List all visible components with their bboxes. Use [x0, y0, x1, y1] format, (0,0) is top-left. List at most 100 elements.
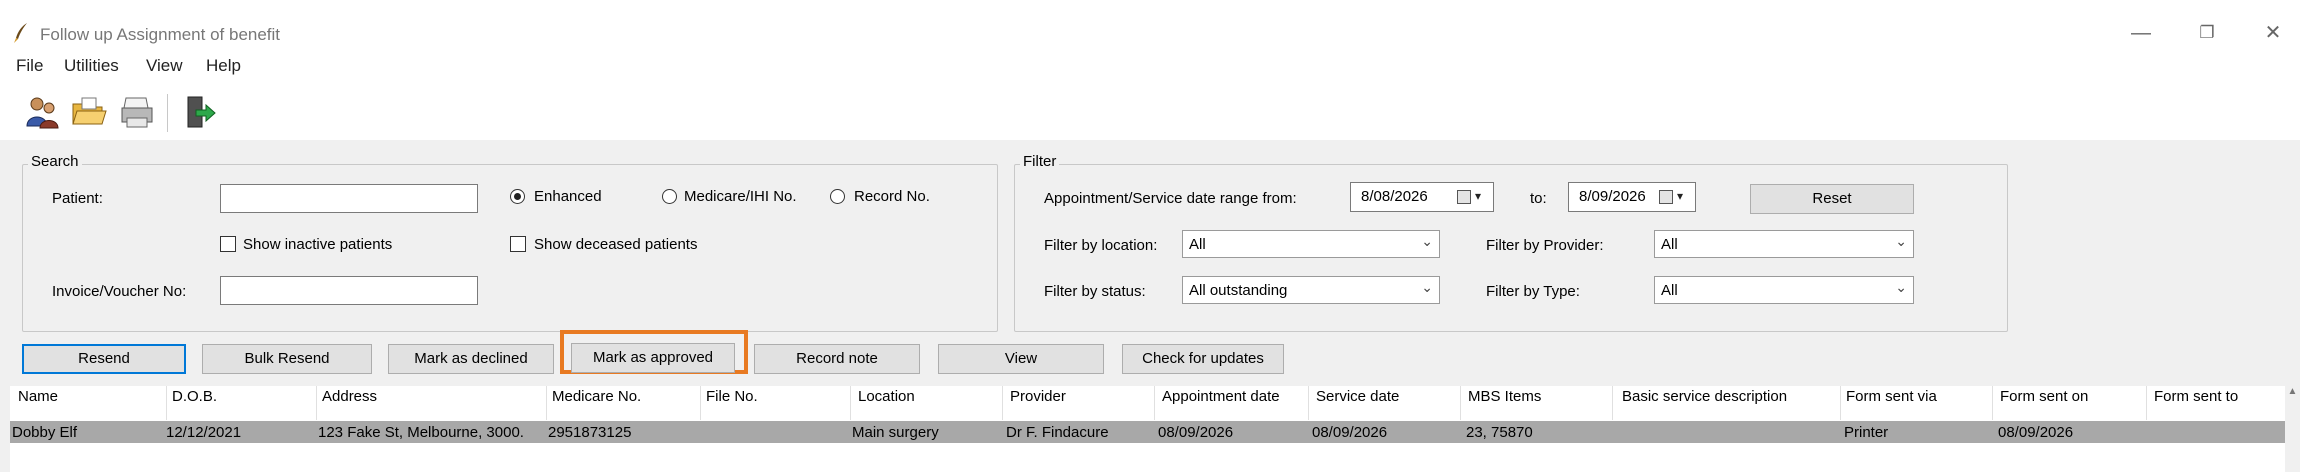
- column-divider: [316, 386, 317, 420]
- status-label: Filter by status:: [1044, 283, 1146, 300]
- status-value: All outstanding: [1189, 282, 1288, 299]
- chevron-down-icon[interactable]: ▾: [1475, 189, 1481, 203]
- col-header-file-no[interactable]: File No.: [706, 388, 758, 405]
- provider-label: Filter by Provider:: [1486, 237, 1604, 254]
- radio-medicare[interactable]: [662, 189, 677, 204]
- col-header-appointment-date[interactable]: Appointment date: [1162, 388, 1280, 405]
- cell-medicare: 2951873125: [548, 424, 632, 441]
- column-divider: [1840, 386, 1841, 420]
- col-header-provider[interactable]: Provider: [1010, 388, 1066, 405]
- cell-address: 123 Fake St, Melbourne, 3000.: [318, 424, 524, 441]
- location-select[interactable]: All ⌄: [1182, 230, 1440, 258]
- chevron-down-icon: ⌄: [1895, 233, 1907, 249]
- column-divider: [166, 386, 167, 420]
- col-header-form-sent-to[interactable]: Form sent to: [2154, 388, 2238, 405]
- restore-button[interactable]: ❐: [2192, 20, 2222, 46]
- menu-bar: File Utilities View Help: [0, 56, 2300, 80]
- menu-view[interactable]: View: [146, 56, 183, 76]
- date-from-value: 8/08/2026: [1361, 188, 1428, 205]
- col-header-basic-service-description[interactable]: Basic service description: [1622, 388, 1787, 405]
- show-inactive-label: Show inactive patients: [243, 236, 393, 253]
- menu-file[interactable]: File: [16, 56, 43, 76]
- show-deceased-checkbox[interactable]: [510, 236, 526, 252]
- col-header-form-sent-via[interactable]: Form sent via: [1846, 388, 1937, 405]
- date-from-picker[interactable]: 8/08/2026 ▾: [1350, 182, 1494, 212]
- view-button[interactable]: View: [938, 344, 1104, 374]
- column-divider: [850, 386, 851, 420]
- cell-form-sent-on: 08/09/2026: [1998, 424, 2074, 441]
- radio-medicare-label: Medicare/IHI No.: [684, 188, 797, 205]
- column-divider: [546, 386, 547, 420]
- col-header-dob[interactable]: D.O.B.: [172, 388, 217, 405]
- type-label: Filter by Type:: [1486, 283, 1580, 300]
- patient-label: Patient:: [52, 190, 103, 207]
- resend-button[interactable]: Resend: [22, 344, 186, 374]
- status-select[interactable]: All outstanding ⌄: [1182, 276, 1440, 304]
- col-header-name[interactable]: Name: [18, 388, 58, 405]
- location-value: All: [1189, 236, 1206, 253]
- column-divider: [1154, 386, 1155, 420]
- column-divider: [1002, 386, 1003, 420]
- close-button[interactable]: ✕: [2258, 20, 2288, 46]
- filter-group-title: Filter: [1020, 154, 1060, 170]
- date-to-value: 8/09/2026: [1579, 188, 1646, 205]
- column-divider: [1612, 386, 1613, 420]
- invoice-input[interactable]: [220, 276, 478, 305]
- open-folder-icon[interactable]: [70, 94, 108, 130]
- minimize-button[interactable]: —: [2126, 20, 2156, 46]
- column-divider: [700, 386, 701, 420]
- show-inactive-checkbox[interactable]: [220, 236, 236, 252]
- type-select[interactable]: All ⌄: [1654, 276, 1914, 304]
- date-range-label: Appointment/Service date range from:: [1044, 190, 1297, 207]
- cell-location: Main surgery: [852, 424, 939, 441]
- exit-door-icon[interactable]: [182, 94, 220, 130]
- cell-name: Dobby Elf: [12, 424, 78, 441]
- column-divider: [2146, 386, 2147, 420]
- col-header-mbs-items[interactable]: MBS Items: [1468, 388, 1541, 405]
- reset-button[interactable]: Reset: [1750, 184, 1914, 214]
- col-header-service-date[interactable]: Service date: [1316, 388, 1399, 405]
- type-value: All: [1661, 282, 1678, 299]
- radio-record-label: Record No.: [854, 188, 930, 205]
- cell-form-sent-via: Printer: [1844, 424, 1889, 441]
- cell-dob: 12/12/2021: [166, 424, 242, 441]
- calendar-icon[interactable]: [1457, 190, 1471, 204]
- scrollbar-up-arrow[interactable]: ▲: [2285, 386, 2300, 472]
- chevron-down-icon: ⌄: [1421, 233, 1433, 249]
- menu-utilities[interactable]: Utilities: [64, 56, 119, 76]
- window-title: Follow up Assignment of benefit: [40, 25, 281, 44]
- cell-appointment-date: 08/09/2026: [1158, 424, 1234, 441]
- patients-icon[interactable]: [24, 94, 62, 130]
- column-divider: [1308, 386, 1309, 420]
- menu-help[interactable]: Help: [206, 56, 241, 76]
- search-group-title: Search: [28, 154, 82, 170]
- radio-record[interactable]: [830, 189, 845, 204]
- invoice-label: Invoice/Voucher No:: [52, 283, 187, 300]
- bulk-resend-button[interactable]: Bulk Resend: [202, 344, 372, 374]
- col-header-address[interactable]: Address: [322, 388, 377, 405]
- to-label: to:: [1530, 190, 1547, 207]
- column-divider: [1992, 386, 1993, 420]
- column-divider: [1460, 386, 1461, 420]
- radio-enhanced-label: Enhanced: [534, 188, 602, 205]
- check-updates-button[interactable]: Check for updates: [1122, 344, 1284, 374]
- patient-input[interactable]: [220, 184, 478, 213]
- col-header-form-sent-on[interactable]: Form sent on: [2000, 388, 2088, 405]
- mark-approved-button[interactable]: Mark as approved: [571, 343, 735, 373]
- printer-icon[interactable]: [118, 94, 156, 130]
- cell-service-date: 08/09/2026: [1312, 424, 1388, 441]
- radio-enhanced[interactable]: [510, 189, 525, 204]
- cell-mbs-items: 23, 75870: [1466, 424, 1533, 441]
- mark-declined-button[interactable]: Mark as declined: [388, 344, 554, 374]
- chevron-down-icon[interactable]: ▾: [1677, 189, 1683, 203]
- col-header-location[interactable]: Location: [858, 388, 915, 405]
- record-note-button[interactable]: Record note: [754, 344, 920, 374]
- calendar-icon[interactable]: [1659, 190, 1673, 204]
- cell-provider: Dr F. Findacure: [1006, 424, 1109, 441]
- provider-select[interactable]: All ⌄: [1654, 230, 1914, 258]
- toolbar-separator: [167, 94, 169, 132]
- chevron-down-icon: ⌄: [1895, 279, 1907, 295]
- date-to-picker[interactable]: 8/09/2026 ▾: [1568, 182, 1696, 212]
- quill-app-icon: [14, 23, 27, 43]
- col-header-medicare[interactable]: Medicare No.: [552, 388, 641, 405]
